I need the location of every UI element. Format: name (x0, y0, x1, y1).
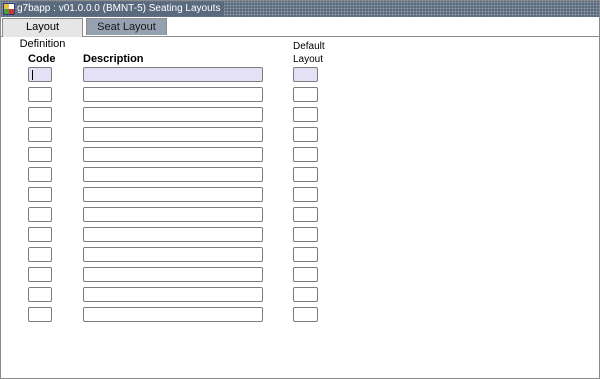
layout-definition-form: Code Description Default Layout (1, 37, 599, 378)
default-layout-field[interactable] (293, 167, 318, 182)
default-layout-field[interactable] (293, 187, 318, 202)
description-field[interactable] (83, 287, 263, 302)
code-field[interactable] (28, 67, 52, 82)
default-layout-field[interactable] (293, 227, 318, 242)
tab-seat-layout[interactable]: Seat Layout (86, 18, 167, 35)
text-cursor (32, 70, 33, 80)
tab-layout-definition[interactable]: Layout Definition (2, 18, 83, 50)
code-field[interactable] (28, 147, 52, 162)
description-field[interactable] (83, 227, 263, 242)
window-title: g7bapp : v01.0.0.0 (BMNT-5) Seating Layo… (17, 2, 225, 16)
description-field[interactable] (83, 267, 263, 282)
description-field[interactable] (83, 207, 263, 222)
code-field[interactable] (28, 127, 52, 142)
code-field[interactable] (28, 167, 52, 182)
code-field[interactable] (28, 187, 52, 202)
default-layout-field[interactable] (293, 107, 318, 122)
default-layout-field[interactable] (293, 147, 318, 162)
default-layout-field[interactable] (293, 267, 318, 282)
description-field[interactable] (83, 127, 263, 142)
description-field[interactable] (83, 67, 263, 82)
default-layout-field[interactable] (293, 207, 318, 222)
code-field[interactable] (28, 307, 52, 322)
app-window: g7bapp : v01.0.0.0 (BMNT-5) Seating Layo… (0, 0, 600, 379)
description-field[interactable] (83, 247, 263, 262)
code-field[interactable] (28, 267, 52, 282)
default-layout-field[interactable] (293, 87, 318, 102)
description-field[interactable] (83, 167, 263, 182)
default-layout-header-line2: Layout (293, 54, 324, 65)
default-layout-field[interactable] (293, 67, 318, 82)
default-layout-field[interactable] (293, 127, 318, 142)
code-field[interactable] (28, 227, 52, 242)
code-column-header: Code (28, 53, 56, 65)
code-field[interactable] (28, 247, 52, 262)
default-layout-header-line1: Default (293, 41, 325, 52)
app-icon (3, 3, 15, 15)
default-layout-field[interactable] (293, 287, 318, 302)
default-layout-field[interactable] (293, 247, 318, 262)
description-column-header: Description (83, 53, 144, 65)
code-field[interactable] (28, 87, 52, 102)
description-field[interactable] (83, 187, 263, 202)
title-bar[interactable]: g7bapp : v01.0.0.0 (BMNT-5) Seating Layo… (1, 1, 599, 17)
description-field[interactable] (83, 147, 263, 162)
description-field[interactable] (83, 307, 263, 322)
code-field[interactable] (28, 207, 52, 222)
default-layout-field[interactable] (293, 307, 318, 322)
description-field[interactable] (83, 87, 263, 102)
tab-strip: Layout Definition Seat Layout (1, 17, 599, 50)
code-field[interactable] (28, 107, 52, 122)
code-field[interactable] (28, 287, 52, 302)
description-field[interactable] (83, 107, 263, 122)
